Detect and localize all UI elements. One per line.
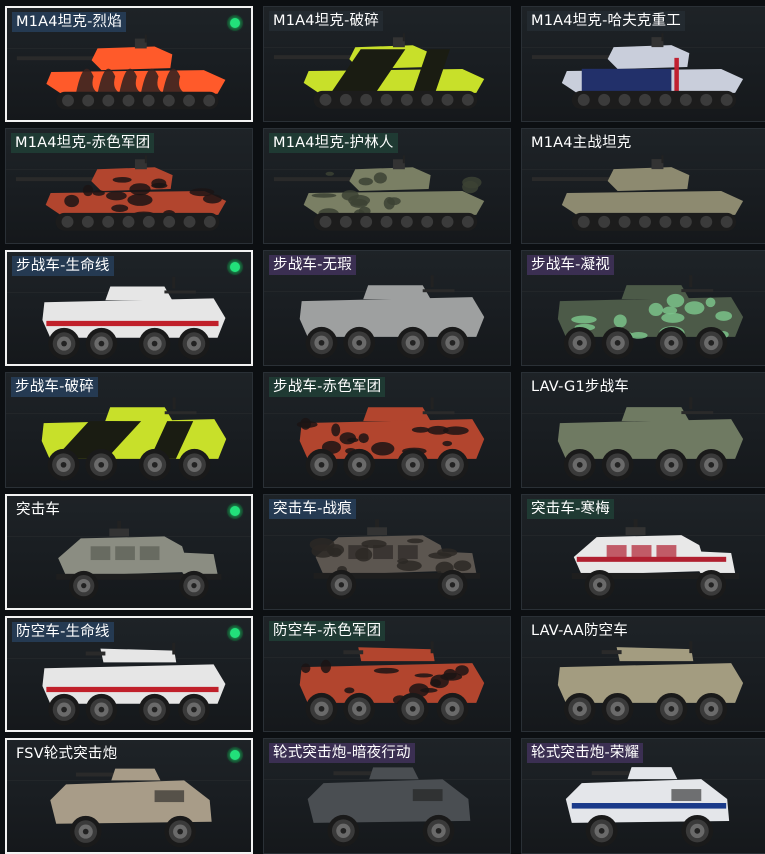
vehicle-skin-card[interactable]: FSV轮式突击炮 [5,738,253,854]
vehicle-skin-card[interactable]: 突击车-寒梅 [521,494,765,610]
vehicle-image [16,34,226,110]
equipped-dot [230,506,240,516]
vehicle-skin-card[interactable]: M1A4坦克-破碎 [263,6,511,122]
vehicle-image [299,275,485,359]
vehicle-skin-card[interactable]: 突击车 [5,494,253,610]
vehicle-image [309,519,481,600]
vehicle-skin-name: 步战车-赤色军团 [269,377,386,397]
vehicle-image [273,33,485,109]
vehicle-skin-name: M1A4坦克-护林人 [269,133,398,153]
vehicle-skin-name: FSV轮式突击炮 [16,746,118,762]
vehicle-skin-card[interactable]: 轮式突击炮-荣耀 [521,738,765,854]
vehicle-skin-name: M1A4坦克-赤色军团 [11,133,155,153]
equipped-dot [230,628,240,638]
vehicle-image [273,155,485,231]
vehicle-skin-name: 突击车 [16,502,61,518]
equipped-dot [230,750,240,760]
vehicle-skin-card[interactable]: 步战车-赤色军团 [263,372,511,488]
vehicle-image [41,397,227,481]
vehicle-image [565,767,730,847]
vehicle-skin-name: 步战车-生命线 [12,256,114,276]
vehicle-skin-card[interactable]: LAV-AA防空车 [521,616,765,732]
vehicle-image [531,33,744,109]
equipped-dot-icon [227,747,243,763]
equipped-dot [230,262,240,272]
vehicle-skin-name: 轮式突击炮-荣耀 [527,743,644,763]
vehicle-image [531,155,744,231]
vehicle-skin-name: 步战车-破碎 [11,377,98,397]
equipped-dot-icon [227,503,243,519]
vehicle-image [42,642,226,726]
vehicle-skin-card[interactable]: 轮式突击炮-暗夜行动 [263,738,511,854]
vehicle-skin-card[interactable]: 防空车-赤色军团 [263,616,511,732]
vehicle-skin-name: 突击车-寒梅 [527,499,614,519]
vehicle-skin-grid: M1A4坦克-烈焰 M1A4坦克-破碎 M1A4坦克-哈夫克重工 M1A4坦克-赤色军… [0,0,765,854]
vehicle-skin-name: 防空车-生命线 [12,622,114,642]
vehicle-image [307,767,471,847]
vehicle-skin-name: LAV-AA防空车 [531,623,628,639]
vehicle-skin-card[interactable]: M1A4坦克-护林人 [263,128,511,244]
vehicle-skin-name: 突击车-战痕 [269,499,356,519]
vehicle-skin-name: M1A4坦克-哈夫克重工 [527,11,686,31]
vehicle-image [42,276,226,360]
equipped-dot [230,18,240,28]
vehicle-skin-card[interactable]: 步战车-凝视 [521,250,765,366]
vehicle-skin-card[interactable]: 防空车-生命线 [5,616,253,732]
equipped-dot-icon [227,15,243,31]
vehicle-skin-card[interactable]: 步战车-破碎 [5,372,253,488]
vehicle-skin-name: M1A4坦克-烈焰 [12,12,126,32]
vehicle-skin-card[interactable]: 突击车-战痕 [263,494,511,610]
vehicle-skin-card[interactable]: 步战车-生命线 [5,250,253,366]
vehicle-skin-card[interactable]: LAV-G1步战车 [521,372,765,488]
vehicle-image [15,155,227,231]
vehicle-image [299,641,485,725]
equipped-dot-icon [227,625,243,641]
vehicle-image [557,641,744,725]
vehicle-image [571,519,740,600]
vehicle-skin-name: 步战车-凝视 [527,255,614,275]
vehicle-skin-name: 步战车-无瑕 [269,255,356,275]
vehicle-skin-card[interactable]: M1A4坦克-哈夫克重工 [521,6,765,122]
vehicle-image [50,768,212,848]
vehicle-skin-card[interactable]: M1A4坦克-赤色军团 [5,128,253,244]
vehicle-image [557,275,744,359]
vehicle-skin-name: 轮式突击炮-暗夜行动 [269,743,415,763]
equipped-dot-icon [227,259,243,275]
vehicle-skin-name: M1A4主战坦克 [531,135,632,151]
vehicle-skin-card[interactable]: M1A4坦克-烈焰 [5,6,253,122]
vehicle-skin-name: LAV-G1步战车 [531,379,629,395]
vehicle-image [557,397,744,481]
vehicle-skin-name: 防空车-赤色军团 [269,621,386,641]
vehicle-skin-card[interactable]: 步战车-无瑕 [263,250,511,366]
vehicle-skin-card[interactable]: M1A4主战坦克 [521,128,765,244]
vehicle-image [56,520,222,601]
vehicle-image [296,397,485,481]
vehicle-skin-name: M1A4坦克-破碎 [269,11,383,31]
